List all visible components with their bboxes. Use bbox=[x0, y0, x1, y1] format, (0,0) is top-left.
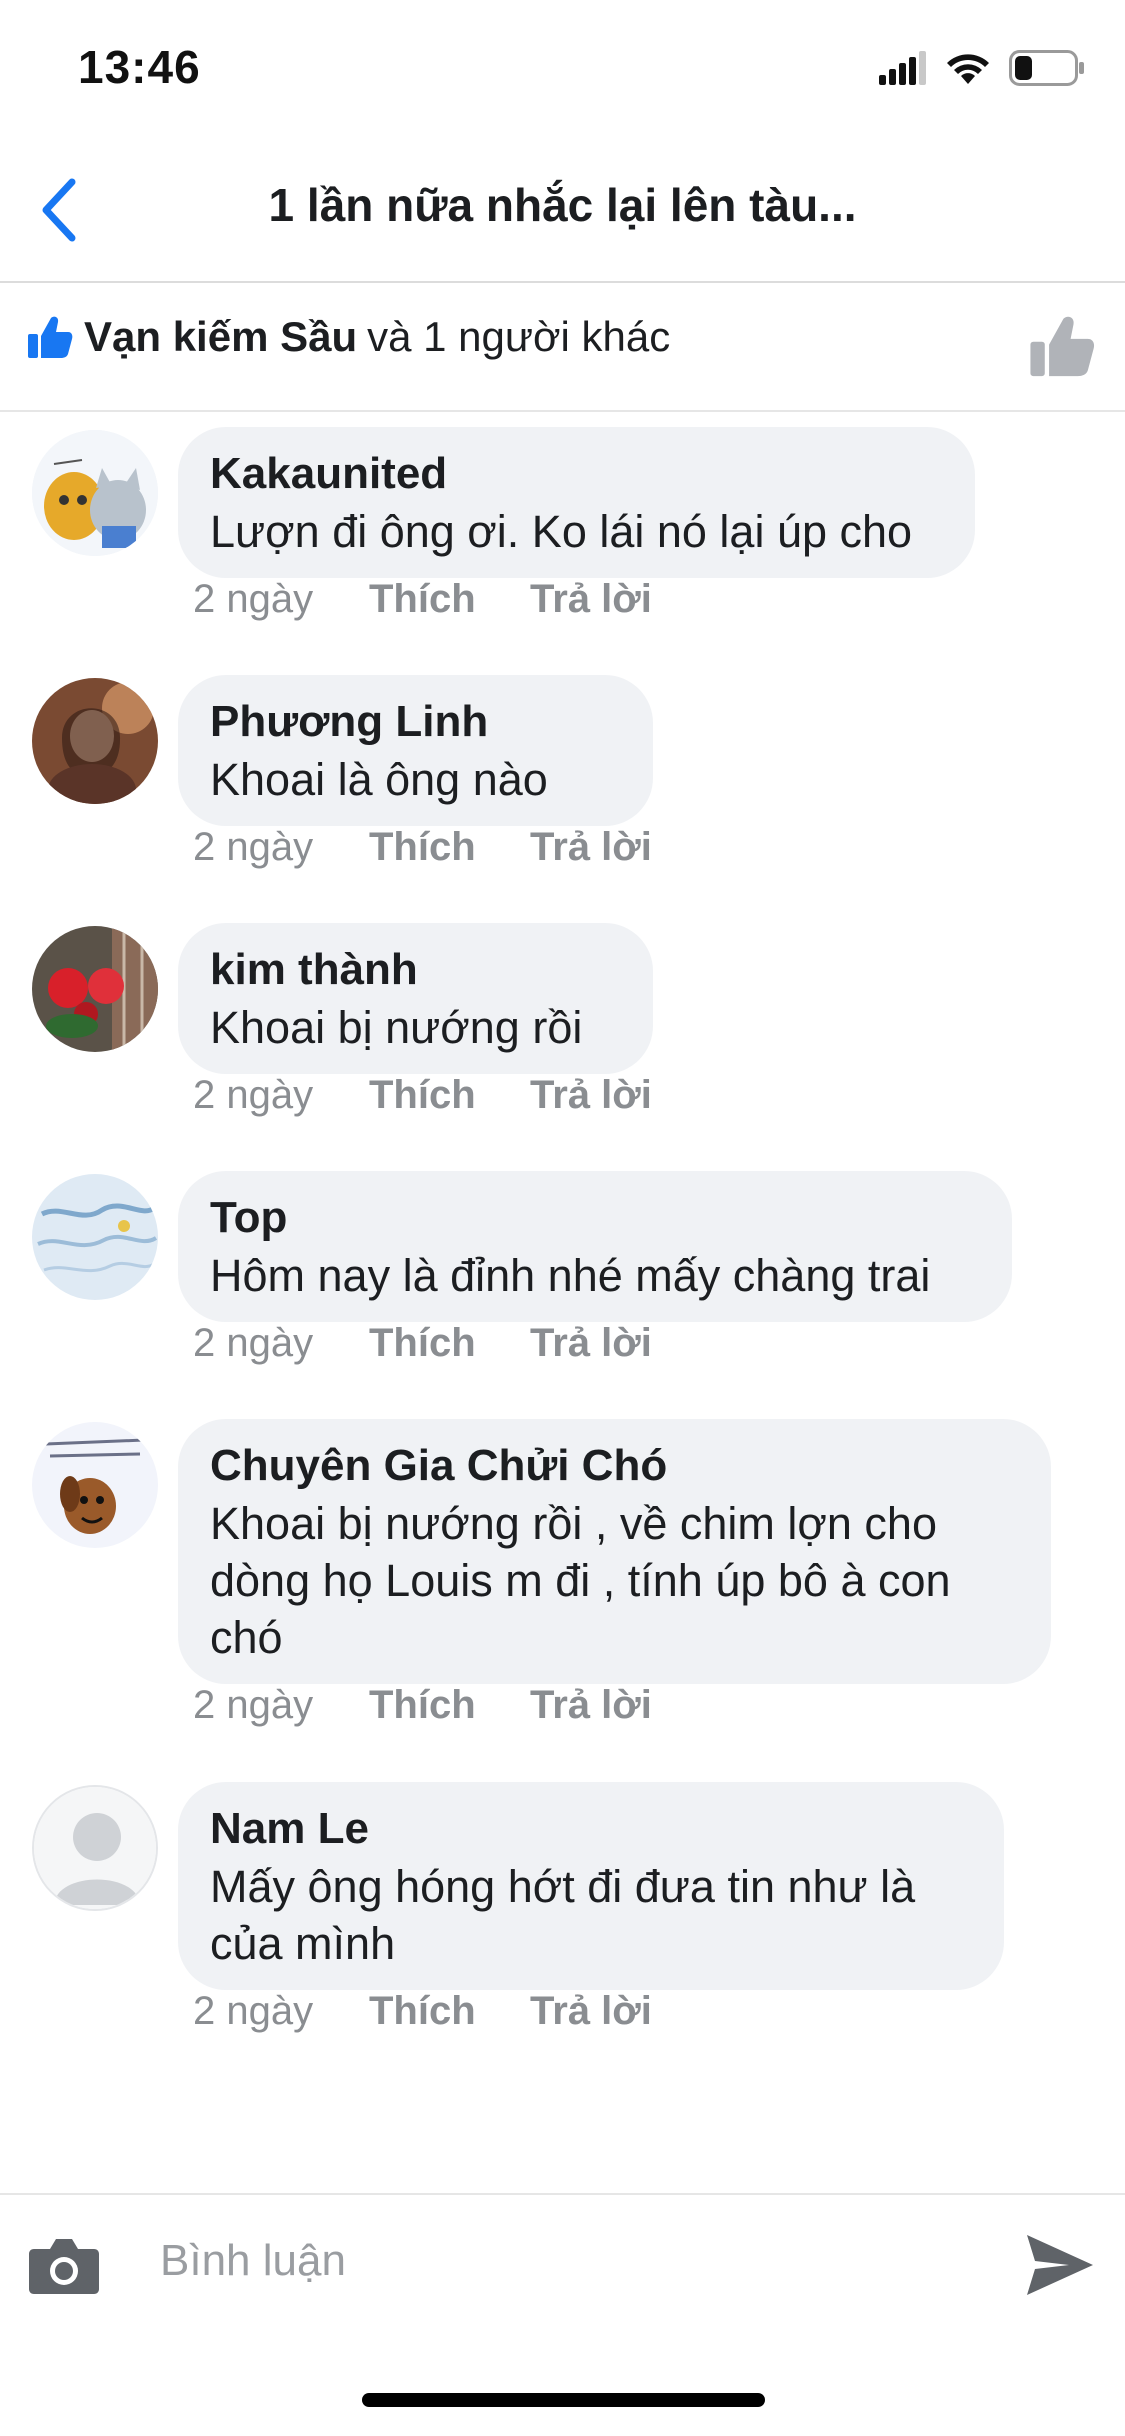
comment-actions: 2 ngày Thích Trả lời bbox=[193, 1989, 652, 2034]
status-icons bbox=[879, 48, 1085, 88]
comment-author[interactable]: Nam Le bbox=[210, 1800, 972, 1858]
comment-actions: 2 ngày Thích Trả lời bbox=[193, 1073, 652, 1118]
like-button[interactable]: Thích bbox=[369, 1989, 530, 2034]
nav-bar: 1 lần nữa nhắc lại lên tàu... bbox=[0, 140, 1125, 283]
comment-author[interactable]: Kakaunited bbox=[210, 445, 943, 503]
comment-actions: 2 ngày Thích Trả lời bbox=[193, 1321, 652, 1366]
like-button[interactable]: Thích bbox=[369, 825, 530, 870]
comment-author[interactable]: Top bbox=[210, 1189, 980, 1247]
send-button[interactable] bbox=[1025, 2233, 1095, 2297]
comment-time: 2 ngày bbox=[193, 1989, 314, 2033]
comment-bubble: Nam Le Mấy ông hóng hớt đi đưa tin như l… bbox=[178, 1782, 1004, 1990]
comment-time: 2 ngày bbox=[193, 1683, 314, 1727]
likes-others: và 1 người khác bbox=[367, 313, 671, 360]
comment-text: Hôm nay là đỉnh nhé mấy chàng trai bbox=[210, 1250, 931, 1301]
comment-bubble: Chuyên Gia Chửi Chó Khoai bị nướng rồi ,… bbox=[178, 1419, 1051, 1684]
thumbs-up-icon bbox=[28, 316, 73, 358]
comment-text: Khoai bị nướng rồi bbox=[210, 1002, 583, 1053]
battery-icon bbox=[1009, 50, 1084, 86]
comment-author[interactable]: Chuyên Gia Chửi Chó bbox=[210, 1437, 1019, 1495]
like-post-button[interactable] bbox=[1027, 313, 1097, 379]
comment-input[interactable] bbox=[160, 2231, 960, 2291]
comment-composer bbox=[0, 2193, 1125, 2335]
comment-text: Mấy ông hóng hớt đi đưa tin như là của m… bbox=[210, 1861, 916, 1969]
comment-actions: 2 ngày Thích Trả lời bbox=[193, 1683, 652, 1728]
avatar[interactable] bbox=[32, 1174, 158, 1300]
comment-time: 2 ngày bbox=[193, 1321, 314, 1365]
reply-button[interactable]: Trả lời bbox=[530, 1989, 652, 2034]
avatar[interactable] bbox=[32, 678, 158, 804]
like-button[interactable]: Thích bbox=[369, 1321, 530, 1366]
comment-bubble: Phương Linh Khoai là ông nào bbox=[178, 675, 653, 826]
comment-bubble: Kakaunited Lượn đi ông ơi. Ko lái nó lại… bbox=[178, 427, 975, 578]
home-indicator bbox=[362, 2393, 765, 2407]
thumbs-up-outline-icon bbox=[1030, 316, 1095, 377]
avatar[interactable] bbox=[32, 1422, 158, 1548]
comment-time: 2 ngày bbox=[193, 1073, 314, 1117]
likes-summary[interactable]: Vạn kiếm Sầu và 1 người khác bbox=[26, 313, 670, 361]
comment-text: Khoai là ông nào bbox=[210, 754, 548, 805]
likes-bar: Vạn kiếm Sầu và 1 người khác bbox=[0, 283, 1125, 412]
comment-time: 2 ngày bbox=[193, 577, 314, 621]
avatar[interactable] bbox=[32, 926, 158, 1052]
status-time: 13:46 bbox=[78, 41, 201, 93]
reply-button[interactable]: Trả lời bbox=[530, 577, 652, 622]
comment-text: Khoai bị nướng rồi , về chim lợn cho dòn… bbox=[210, 1498, 951, 1663]
send-icon bbox=[1027, 2235, 1093, 2295]
cellular-signal-icon bbox=[879, 51, 926, 85]
comment-author[interactable]: Phương Linh bbox=[210, 693, 621, 751]
like-button[interactable]: Thích bbox=[369, 1683, 530, 1728]
wifi-icon bbox=[947, 54, 989, 84]
comment-bubble: Top Hôm nay là đỉnh nhé mấy chàng trai bbox=[178, 1171, 1012, 1322]
liker-name: Vạn kiếm Sầu bbox=[84, 313, 358, 360]
camera-icon bbox=[29, 2239, 99, 2294]
chevron-left-icon bbox=[42, 178, 76, 242]
like-button[interactable]: Thích bbox=[369, 577, 530, 622]
reply-button[interactable]: Trả lời bbox=[530, 825, 652, 870]
reply-button[interactable]: Trả lời bbox=[530, 1073, 652, 1118]
page-title: 1 lần nữa nhắc lại lên tàu... bbox=[268, 179, 857, 231]
comment-author[interactable]: kim thành bbox=[210, 941, 621, 999]
back-button[interactable] bbox=[18, 170, 98, 250]
reply-button[interactable]: Trả lời bbox=[530, 1683, 652, 1728]
camera-button[interactable] bbox=[28, 2235, 100, 2295]
like-button[interactable]: Thích bbox=[369, 1073, 530, 1118]
comment-actions: 2 ngày Thích Trả lời bbox=[193, 577, 652, 622]
avatar[interactable] bbox=[32, 430, 158, 556]
status-bar: 13:46 bbox=[0, 0, 1125, 140]
comment-bubble: kim thành Khoai bị nướng rồi bbox=[178, 923, 653, 1074]
comment-actions: 2 ngày Thích Trả lời bbox=[193, 825, 652, 870]
comment-time: 2 ngày bbox=[193, 825, 314, 869]
reply-button[interactable]: Trả lời bbox=[530, 1321, 652, 1366]
avatar[interactable] bbox=[32, 1785, 158, 1911]
comment-text: Lượn đi ông ơi. Ko lái nó lại úp cho bbox=[210, 506, 913, 557]
